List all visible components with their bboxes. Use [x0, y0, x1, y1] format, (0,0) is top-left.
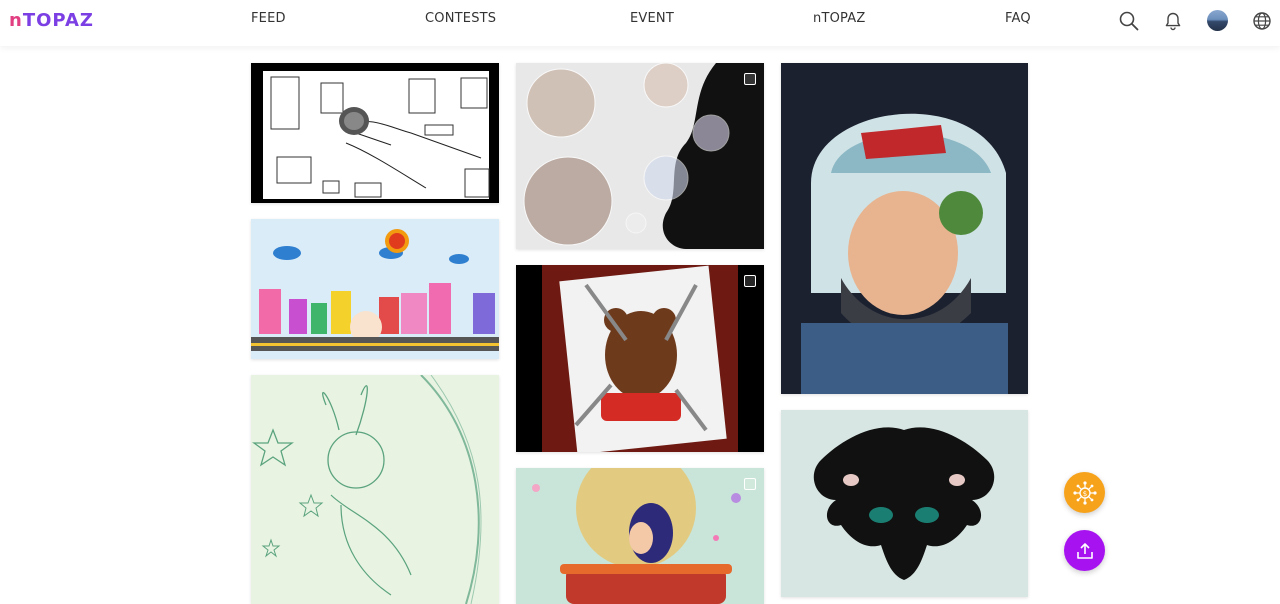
reward-coin-button[interactable]: $: [1064, 472, 1105, 513]
nav-ntopaz[interactable]: nTOPAZ: [813, 11, 865, 26]
coin-network-icon: $: [1072, 480, 1097, 505]
select-checkbox[interactable]: [744, 73, 756, 85]
feed-card-ink-blot[interactable]: [781, 410, 1028, 597]
artwork-image: [516, 63, 764, 249]
nav-event[interactable]: EVENT: [630, 11, 674, 26]
nav-faq[interactable]: FAQ: [1005, 11, 1031, 26]
top-nav-bar: nTOPAZ FEED CONTESTS EVENT nTOPAZ FAQ: [0, 0, 1280, 46]
feed-card-girl-hat[interactable]: [516, 468, 764, 604]
ntopaz-logo[interactable]: nTOPAZ: [9, 10, 94, 31]
select-checkbox[interactable]: [744, 275, 756, 287]
artwork-image: [781, 63, 1028, 394]
feed-card-hand-sketch[interactable]: [251, 63, 499, 203]
artwork-image: [516, 265, 764, 452]
avatar[interactable]: [1207, 10, 1228, 31]
artwork-image: [781, 410, 1028, 597]
upload-button[interactable]: [1064, 530, 1105, 571]
feed-card-teddy-bear[interactable]: [516, 265, 764, 452]
feed-card-bunny-girl-sketch[interactable]: [251, 375, 499, 604]
globe-icon[interactable]: [1249, 8, 1275, 34]
upload-icon: [1076, 542, 1093, 559]
nav-contests[interactable]: CONTESTS: [425, 11, 496, 26]
feed-card-bubbles-silhouette[interactable]: [516, 63, 764, 249]
feed-card-helmet-boy[interactable]: [781, 63, 1028, 394]
feed-card-crayon-street[interactable]: [251, 219, 499, 359]
nav-feed[interactable]: FEED: [251, 11, 286, 26]
search-icon[interactable]: [1116, 8, 1142, 34]
artwork-image: [251, 63, 499, 203]
bell-icon[interactable]: [1160, 8, 1186, 34]
artwork-image: [251, 375, 499, 604]
artwork-image: [516, 468, 764, 604]
select-checkbox[interactable]: [744, 478, 756, 490]
svg-text:$: $: [1082, 490, 1086, 498]
artwork-image: [251, 219, 499, 359]
